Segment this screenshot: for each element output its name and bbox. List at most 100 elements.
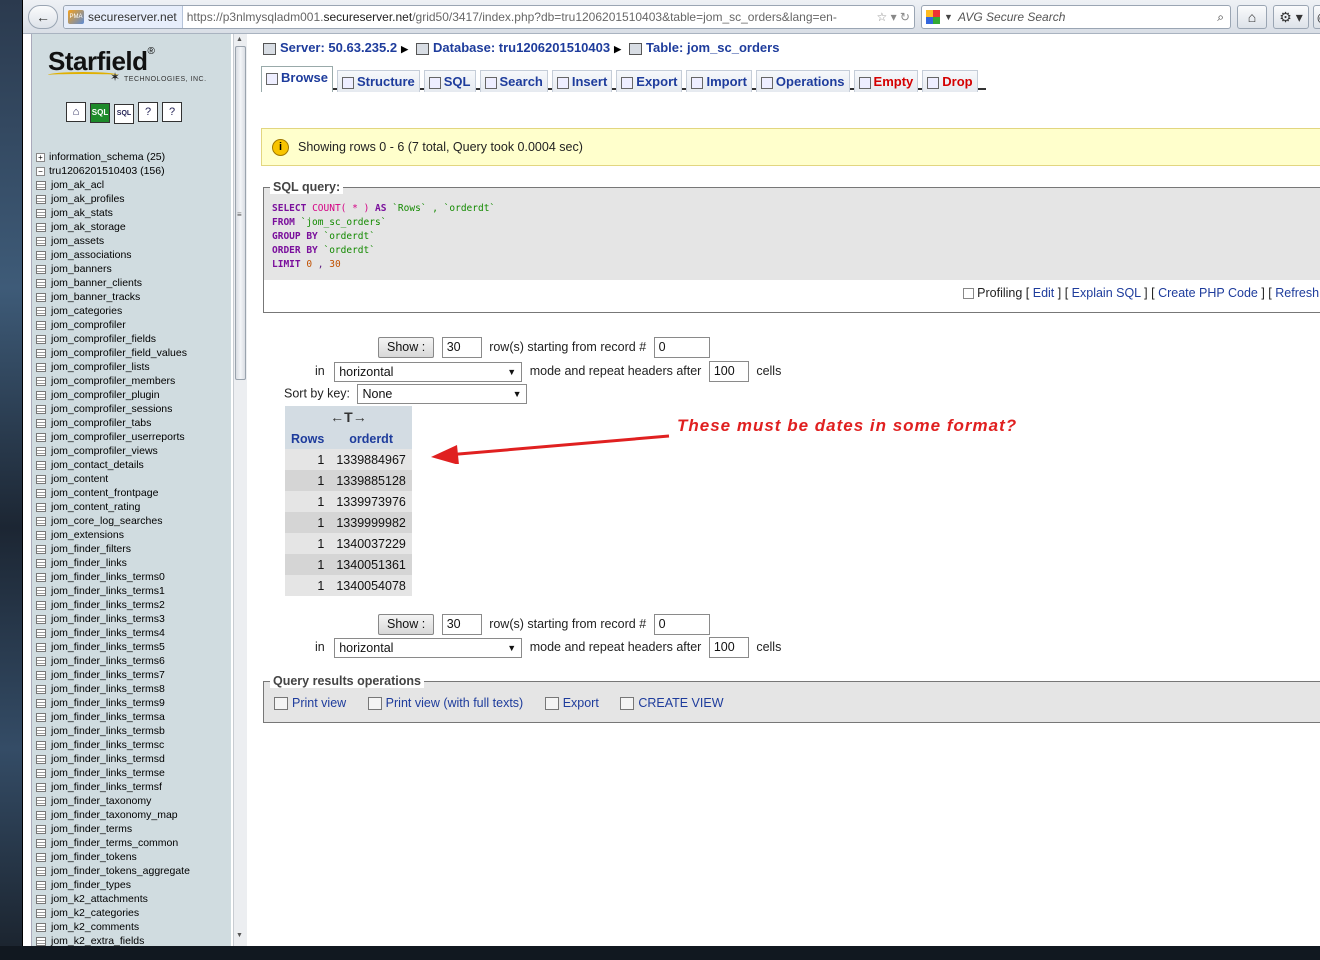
expand-toggle-icon[interactable]: + [36, 152, 45, 162]
sidebar-table-item[interactable]: jom_content_frontpage [36, 486, 231, 500]
table-icon[interactable] [36, 194, 46, 204]
column-header-rows[interactable]: Rows [285, 428, 331, 449]
fulltext-toggle-icon[interactable]: ←T→ [285, 406, 412, 428]
tab-operations[interactable]: Operations [755, 70, 850, 92]
sidebar-scrollbar[interactable]: ▲ ≡ ▼ [233, 34, 247, 946]
edit-link[interactable]: Edit [1033, 286, 1055, 300]
table-icon[interactable] [36, 278, 46, 288]
home-icon[interactable]: ⌂ [66, 102, 86, 122]
sidebar-table-item[interactable]: jom_finder_tokens_aggregate [36, 864, 231, 878]
table-row[interactable]: 1 1340037229 [285, 533, 412, 554]
table-icon[interactable] [36, 180, 46, 190]
tab-import[interactable]: Import [686, 70, 752, 92]
sidebar-table-item[interactable]: jom_categories [36, 304, 231, 318]
table-icon[interactable] [36, 726, 46, 736]
sort-key-select[interactable]: None ▼ [357, 384, 528, 404]
table-icon[interactable] [36, 236, 46, 246]
table-icon[interactable] [36, 418, 46, 428]
table-icon[interactable] [36, 544, 46, 554]
sidebar-table-item[interactable]: jom_finder_links_terms0 [36, 570, 231, 584]
profiling-checkbox[interactable] [963, 288, 975, 300]
table-icon[interactable] [36, 768, 46, 778]
table-icon[interactable] [36, 222, 46, 232]
sql-window-icon[interactable]: SQL [90, 103, 110, 123]
bookmark-reload-icons[interactable]: ☆ ▾ ↻ [876, 6, 910, 28]
home-button[interactable]: ⌂ [1237, 5, 1267, 29]
start-record-input[interactable]: 0 [653, 614, 710, 636]
tab-empty[interactable]: Empty [853, 70, 919, 92]
help-icon[interactable]: ? [138, 102, 158, 122]
table-icon[interactable] [36, 656, 46, 666]
table-icon[interactable] [36, 404, 46, 414]
table-icon[interactable] [36, 306, 46, 316]
start-record-input[interactable]: 0 [653, 337, 710, 359]
sidebar-table-item[interactable]: jom_ak_acl [36, 178, 231, 192]
sidebar-table-item[interactable]: jom_finder_links_terms7 [36, 668, 231, 682]
table-icon[interactable] [36, 838, 46, 848]
sidebar-table-item[interactable]: jom_finder_links_terms4 [36, 626, 231, 640]
sidebar-table-item[interactable]: jom_assets [36, 234, 231, 248]
breadcrumb-table[interactable]: Table: jom_sc_orders [646, 40, 779, 55]
scroll-up-icon[interactable]: ▲ [236, 36, 243, 43]
table-icon[interactable] [36, 530, 46, 540]
sidebar-table-item[interactable]: jom_content_rating [36, 500, 231, 514]
table-icon[interactable] [36, 460, 46, 470]
database-node[interactable]: + information_schema (25) [36, 150, 231, 164]
sidebar-table-item[interactable]: jom_k2_extra_fields [36, 934, 231, 946]
documentation-icon[interactable]: ? [162, 102, 182, 122]
table-icon[interactable] [36, 488, 46, 498]
sidebar-table-item[interactable]: jom_banner_clients [36, 276, 231, 290]
eye-button[interactable]: ◉ [1313, 5, 1320, 29]
rows-count-input[interactable]: 30 [441, 337, 482, 359]
sidebar-table-item[interactable]: jom_core_log_searches [36, 514, 231, 528]
tab-search[interactable]: Search [479, 70, 548, 92]
tab-insert[interactable]: Insert [551, 70, 613, 92]
table-icon[interactable] [36, 824, 46, 834]
sidebar-table-item[interactable]: jom_k2_attachments [36, 892, 231, 906]
sidebar-table-item[interactable]: jom_comprofiler_fields [36, 332, 231, 346]
table-icon[interactable] [36, 474, 46, 484]
sql-query-icon[interactable]: SQL [114, 104, 134, 124]
table-icon[interactable] [36, 208, 46, 218]
create-view-link[interactable]: CREATE VIEW [620, 696, 724, 711]
tab-browse[interactable]: Browse [261, 66, 333, 92]
sidebar-table-item[interactable]: jom_k2_categories [36, 906, 231, 920]
explain-sql-link[interactable]: Explain SQL [1072, 286, 1141, 300]
sidebar-table-item[interactable]: jom_comprofiler_views [36, 444, 231, 458]
sidebar-table-item[interactable]: jom_finder_links_termsd [36, 752, 231, 766]
print-view-link[interactable]: Print view [274, 696, 346, 711]
table-row[interactable]: 1 1339885128 [285, 470, 412, 491]
table-icon[interactable] [36, 852, 46, 862]
show-button[interactable]: Show : [378, 337, 435, 358]
back-button[interactable]: ← [28, 5, 58, 29]
sidebar-table-item[interactable]: jom_finder_links [36, 556, 231, 570]
table-icon[interactable] [36, 516, 46, 526]
table-icon[interactable] [36, 782, 46, 792]
sidebar-table-item[interactable]: jom_comprofiler_tabs [36, 416, 231, 430]
repeat-headers-input[interactable]: 100 [708, 361, 749, 382]
table-icon[interactable] [36, 600, 46, 610]
sidebar-table-item[interactable]: jom_finder_taxonomy_map [36, 808, 231, 822]
sidebar-table-item[interactable]: jom_associations [36, 248, 231, 262]
sidebar-table-item[interactable]: jom_finder_links_terms3 [36, 612, 231, 626]
sidebar-table-item[interactable]: jom_finder_types [36, 878, 231, 892]
sidebar-table-item[interactable]: jom_finder_tokens [36, 850, 231, 864]
table-icon[interactable] [36, 362, 46, 372]
repeat-headers-input[interactable]: 100 [708, 637, 749, 658]
sidebar-table-item[interactable]: jom_content [36, 472, 231, 486]
table-row[interactable]: 1 1339884967 [285, 449, 412, 470]
table-icon[interactable] [36, 250, 46, 260]
tab-sql[interactable]: SQL [423, 70, 476, 92]
sidebar-table-item[interactable]: jom_finder_links_terms9 [36, 696, 231, 710]
sidebar-table-item[interactable]: jom_finder_links_terms8 [36, 682, 231, 696]
sidebar-table-item[interactable]: jom_comprofiler_plugin [36, 388, 231, 402]
sidebar-table-item[interactable]: jom_finder_links_termsb [36, 724, 231, 738]
sidebar-table-item[interactable]: jom_finder_links_terms1 [36, 584, 231, 598]
database-node[interactable]: − tru1206201510403 (156) [36, 164, 231, 178]
table-icon[interactable] [36, 936, 46, 946]
sidebar-table-item[interactable]: jom_finder_links_termsc [36, 738, 231, 752]
tab-export[interactable]: Export [616, 70, 683, 92]
table-icon[interactable] [36, 558, 46, 568]
sidebar-table-item[interactable]: jom_finder_links_termsf [36, 780, 231, 794]
sidebar-table-item[interactable]: jom_comprofiler_members [36, 374, 231, 388]
